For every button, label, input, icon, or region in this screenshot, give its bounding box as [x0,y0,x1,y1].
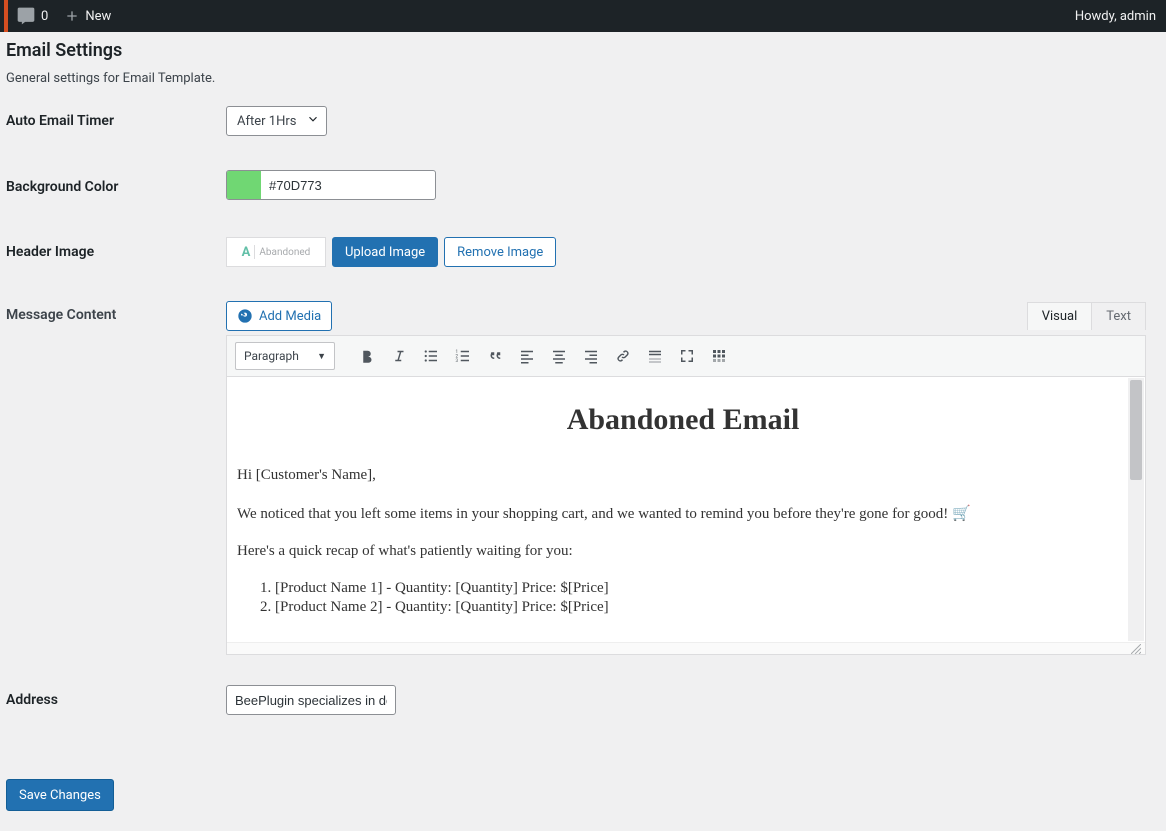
quote-icon [486,347,504,365]
color-swatch[interactable] [227,171,261,199]
adminbar-comments[interactable]: 0 [8,0,56,32]
read-more-button[interactable] [641,342,669,370]
timer-value: After 1Hrs [237,114,296,129]
link-button[interactable] [609,342,637,370]
list-item: [Product Name 2] - Quantity: [Quantity] … [275,599,1129,616]
address-label: Address [6,692,226,708]
fullscreen-icon [678,347,696,365]
number-list-icon: 123 [454,347,472,365]
editor: Paragraph ▼ 123 [226,335,1146,655]
italic-button[interactable] [385,342,413,370]
caret-down-icon: ▼ [317,351,326,362]
bulleted-list-button[interactable] [417,342,445,370]
numbered-list-button[interactable]: 123 [449,342,477,370]
align-right-button[interactable] [577,342,605,370]
bgcolor-label: Background Color [6,179,226,195]
scrollbar-thumb[interactable] [1130,380,1142,480]
header-image-label: Header Image [6,244,226,260]
align-center-icon [550,347,568,365]
bold-button[interactable] [353,342,381,370]
readmore-icon [646,347,664,365]
page-title: Email Settings [6,40,1146,61]
fullscreen-button[interactable] [673,342,701,370]
preview-text: Abandoned [259,247,310,258]
comments-count: 0 [41,9,48,24]
comment-icon [16,6,36,26]
adminbar-howdy[interactable]: Howdy, admin [1075,9,1158,24]
format-select-label: Paragraph [244,349,299,363]
toolbar-toggle-icon [710,347,728,365]
product-list: [Product Name 1] - Quantity: [Quantity] … [265,580,1129,616]
bg-color-picker[interactable] [226,170,436,200]
body-line-1: We noticed that you left some items in y… [237,504,1129,523]
resize-handle[interactable] [227,642,1145,654]
upload-image-button[interactable]: Upload Image [332,237,438,267]
timer-select[interactable]: After 1Hrs [226,106,327,136]
address-input[interactable] [226,685,396,715]
email-heading: Abandoned Email [237,403,1129,437]
add-media-button[interactable]: Add Media [226,301,332,331]
editor-toolbar: Paragraph ▼ 123 [227,336,1145,377]
header-image-preview: A Abandoned [226,237,326,267]
message-content-label: Message Content [6,301,226,323]
link-icon [614,347,632,365]
new-label: New [85,9,111,24]
align-right-icon [582,347,600,365]
timer-label: Auto Email Timer [6,113,226,129]
save-changes-button[interactable]: Save Changes [6,779,114,811]
align-center-button[interactable] [545,342,573,370]
tab-visual[interactable]: Visual [1027,302,1093,330]
admin-top-bar: 0 New Howdy, admin [0,0,1166,32]
plus-icon [64,8,80,24]
bold-icon [358,347,376,365]
chevron-down-icon [306,112,320,130]
media-icon [237,308,253,324]
italic-icon [390,347,408,365]
svg-text:3: 3 [456,358,459,364]
blockquote-button[interactable] [481,342,509,370]
greeting-line: Hi [Customer's Name], [237,467,1129,484]
kitchen-sink-button[interactable] [705,342,733,370]
remove-image-button[interactable]: Remove Image [444,237,556,267]
color-input[interactable] [261,171,421,199]
editor-content-area[interactable]: Abandoned Email Hi [Customer's Name], We… [227,377,1145,642]
editor-scrollbar[interactable] [1128,378,1144,641]
grip-icon [1131,644,1141,654]
body-line-2: Here's a quick recap of what's patiently… [237,543,1129,560]
format-select[interactable]: Paragraph ▼ [235,342,335,370]
add-media-label: Add Media [259,309,321,324]
adminbar-new[interactable]: New [56,0,119,32]
logo-icon: A [242,245,251,260]
bullet-list-icon [422,347,440,365]
page-subtitle: General settings for Email Template. [6,71,1146,86]
align-left-button[interactable] [513,342,541,370]
align-left-icon [518,347,536,365]
list-item: [Product Name 1] - Quantity: [Quantity] … [275,580,1129,597]
tab-text[interactable]: Text [1091,302,1146,330]
